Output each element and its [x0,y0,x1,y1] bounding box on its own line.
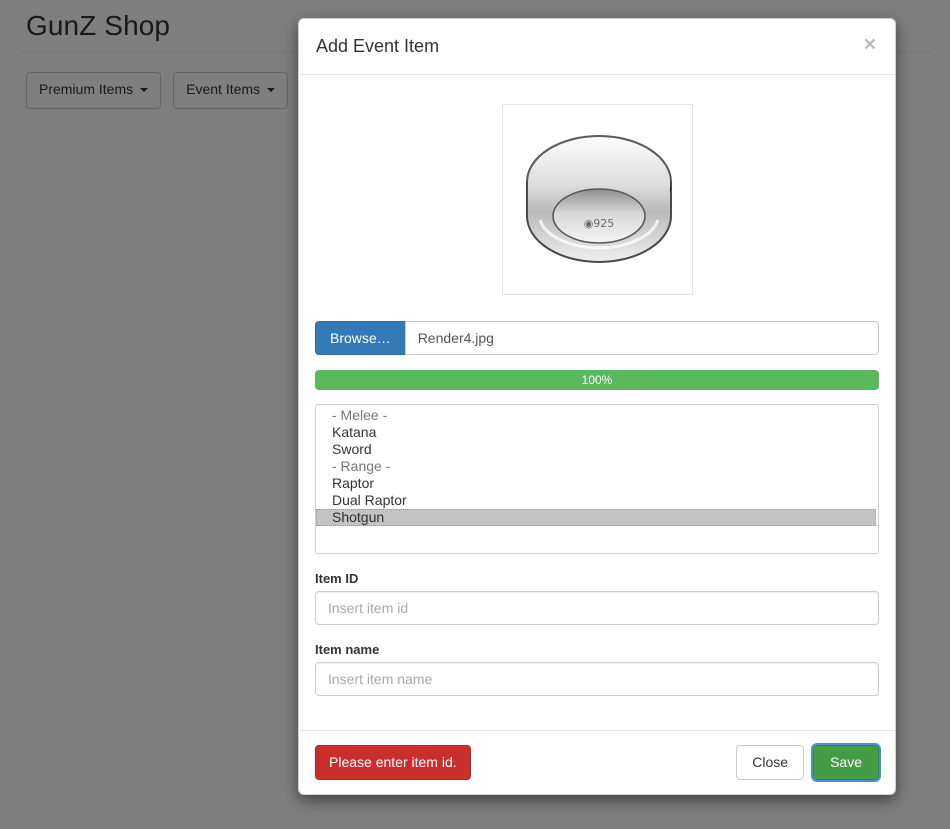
modal-title: Add Event Item [316,36,440,56]
upload-progress-bar: 100% [315,370,879,390]
file-input-group: Browse… Render4.jpg [315,321,879,355]
item-name-group: Item name [315,642,879,696]
item-id-label: Item ID [315,571,359,586]
item-type-listbox[interactable]: - Melee - Katana Sword - Range - Raptor Dual … [315,404,879,554]
list-option[interactable]: Shotgun [316,509,876,526]
footer-actions: Close Save [736,742,881,783]
item-name-input[interactable] [315,662,879,696]
modal-header: Add Event Item × [299,19,895,75]
item-id-group: Item ID [315,571,879,625]
close-button[interactable]: Close [736,744,805,781]
ring-image: ◉925 [525,135,672,263]
image-preview: ◉925 [501,104,693,295]
file-name-display[interactable]: Render4.jpg [404,321,879,355]
modal-footer: Please enter item id. Close Save [299,730,895,794]
add-event-item-modal: Add Event Item × ◉925 Browse… Render4.jp… [298,18,896,795]
ring-stamp: ◉925 [583,217,614,230]
upload-progress: 100% [315,370,879,390]
item-id-input[interactable] [315,591,879,625]
list-option[interactable]: Katana [316,424,878,441]
list-option[interactable]: Raptor [316,475,878,492]
close-icon[interactable]: × [860,30,880,59]
list-option[interactable]: - Range - [316,458,878,475]
validation-alert-button[interactable]: Please enter item id. [315,744,471,781]
list-option[interactable]: - Melee - [316,407,878,424]
list-option[interactable]: Sword [316,441,878,458]
item-name-label: Item name [315,642,380,657]
save-button[interactable]: Save [811,742,881,783]
list-option[interactable]: Dual Raptor [316,492,878,509]
preview-wrapper: ◉925 [315,90,879,295]
modal-body: ◉925 Browse… Render4.jpg 100% - Melee -K… [299,75,895,730]
browse-button[interactable]: Browse… [315,321,405,355]
